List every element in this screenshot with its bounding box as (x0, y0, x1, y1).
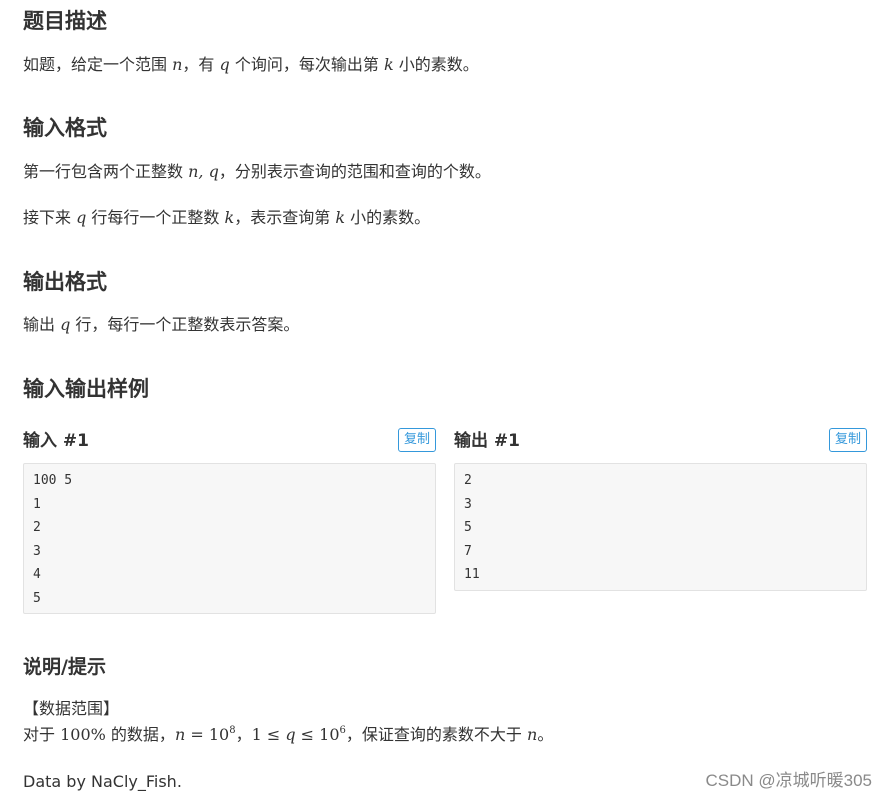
sample-input: 输入 #1 复制 100 5 1 2 3 4 5 (23, 427, 436, 614)
var-k: k (383, 55, 394, 74)
sample-input-header: 输入 #1 复制 (23, 427, 436, 455)
var-n: n (172, 55, 183, 74)
output-format-title: 输出格式 (23, 270, 107, 294)
code-line: 2 (33, 520, 41, 535)
code-line: 2 (464, 473, 472, 488)
code-line: 5 (464, 520, 472, 535)
sample-output-code[interactable]: 2 3 5 7 11 (454, 463, 867, 591)
code-line: 7 (464, 543, 472, 559)
copy-output-button[interactable]: 复制 (828, 428, 867, 452)
hint-range-text: 对于 100% 的数据，n = 108，1 ≤ q ≤ 106，保证查询的素数不… (23, 725, 554, 744)
output-format-text: 输出 q 行，每行一个正整数表示答案。 (23, 315, 300, 334)
code-line: 1 (33, 496, 41, 512)
sample-output: 输出 #1 复制 2 3 5 7 11 (454, 427, 867, 591)
sample-output-header: 输出 #1 复制 (454, 427, 867, 455)
code-line: 5 (33, 590, 41, 606)
input-format-line2: 接下来 q 行每行一个正整数 k，表示查询第 k 小的素数。 (23, 208, 431, 227)
description-text: 如题，给定一个范围 n，有 q 个询问，每次输出第 k 小的素数。 (23, 55, 479, 74)
code-line: 100 5 (33, 473, 73, 488)
code-line: 11 (464, 567, 480, 582)
code-line: 3 (33, 543, 41, 559)
input-format-title: 输入格式 (23, 116, 107, 140)
input-format-line1: 第一行包含两个正整数 n, q，分别表示查询的范围和查询的个数。 (23, 162, 491, 181)
copy-input-button[interactable]: 复制 (397, 428, 436, 452)
hint-range-heading: 【数据范围】 (23, 699, 120, 718)
samples-title: 输入输出样例 (23, 377, 149, 401)
sample-input-label: 输入 #1 (23, 431, 89, 451)
sample-input-code[interactable]: 100 5 1 2 3 4 5 (23, 463, 436, 614)
data-credit: Data by NaCly_Fish. (23, 772, 182, 791)
hint-title: 说明/提示 (23, 656, 106, 678)
code-line: 3 (464, 496, 472, 512)
sample-output-label: 输出 #1 (454, 431, 520, 451)
code-line: 4 (33, 567, 41, 582)
var-q: q (219, 55, 230, 74)
csdn-watermark: CSDN @凉城听暖305 (705, 771, 872, 790)
description-title: 题目描述 (23, 9, 107, 33)
